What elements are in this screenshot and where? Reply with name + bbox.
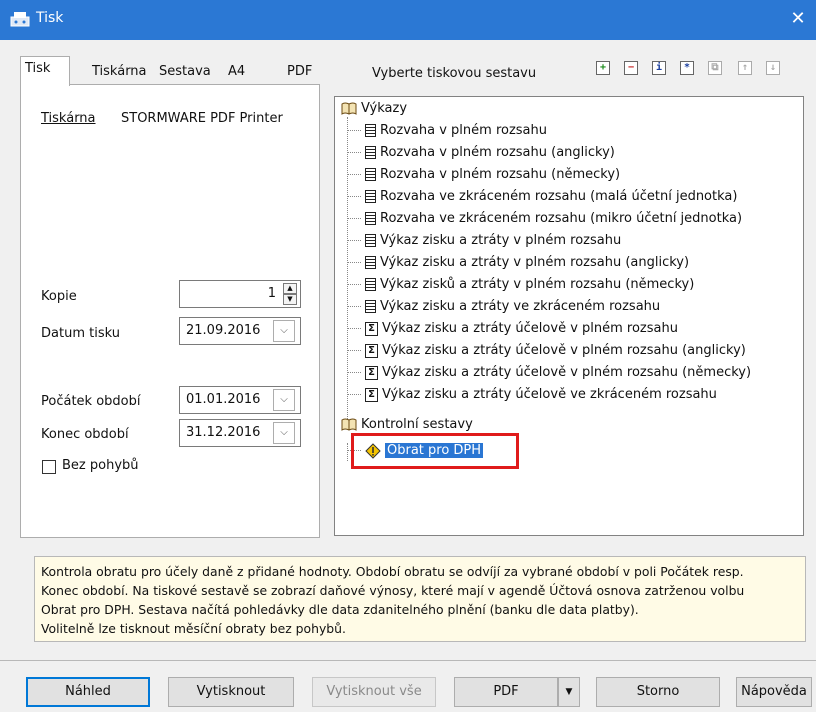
tree-group-vykazy[interactable]: Výkazy bbox=[341, 99, 407, 119]
document-icon bbox=[365, 146, 376, 159]
tree-item[interactable]: Rozvaha v plném rozsahu (německy) bbox=[347, 165, 620, 185]
printer-name: STORMWARE PDF Printer bbox=[121, 111, 283, 126]
no-movements-label: Bez pohybů bbox=[62, 458, 139, 473]
tab-tisk[interactable]: Tisk bbox=[20, 56, 70, 86]
book-icon bbox=[341, 418, 357, 431]
tisk-tab-panel: Tiskárna STORMWARE PDF Printer Kopie 1 ▲… bbox=[20, 84, 320, 538]
tree-item[interactable]: Σ Výkaz zisku a ztráty účelově v plném ro… bbox=[347, 363, 751, 383]
pdf-button[interactable]: PDF bbox=[454, 677, 558, 707]
report-select-heading: Vyberte tiskovou sestavu bbox=[372, 66, 537, 81]
copies-label: Kopie bbox=[41, 289, 77, 304]
help-button[interactable]: Nápověda bbox=[736, 677, 812, 707]
move-down-icon[interactable]: ↓ bbox=[766, 61, 780, 75]
copy-icon[interactable]: ⧉ bbox=[708, 61, 722, 75]
info-icon[interactable]: i bbox=[652, 61, 666, 75]
close-icon[interactable]: ✕ bbox=[788, 6, 808, 32]
window-title: Tisk bbox=[36, 10, 64, 26]
chevron-down-icon[interactable]: ⌵ bbox=[273, 389, 295, 411]
button-separator bbox=[0, 660, 816, 661]
document-icon bbox=[365, 190, 376, 203]
document-icon bbox=[365, 256, 376, 269]
tree-item[interactable]: Rozvaha v plném rozsahu (anglicky) bbox=[347, 143, 615, 163]
cancel-button[interactable]: Storno bbox=[596, 677, 720, 707]
no-movements-checkbox[interactable] bbox=[42, 460, 56, 474]
book-icon bbox=[341, 102, 357, 115]
expand-icon[interactable]: + bbox=[596, 61, 610, 75]
tree-item[interactable]: Σ Výkaz zisku a ztráty účelově v plném ro… bbox=[347, 341, 746, 361]
print-button[interactable]: Vytisknout bbox=[168, 677, 294, 707]
tree-item[interactable]: Rozvaha ve zkráceném rozsahu (malá účetn… bbox=[347, 187, 737, 207]
sigma-icon: Σ bbox=[365, 387, 378, 402]
tree-item[interactable]: Rozvaha ve zkráceném rozsahu (mikro účet… bbox=[347, 209, 742, 229]
move-up-icon[interactable]: ↑ bbox=[738, 61, 752, 75]
sigma-icon: Σ bbox=[365, 365, 378, 380]
tab-a4[interactable]: A4 bbox=[224, 60, 249, 84]
tree-item[interactable]: Rozvaha v plném rozsahu bbox=[347, 121, 547, 141]
favorite-icon[interactable]: * bbox=[680, 61, 694, 75]
printer-link[interactable]: Tiskárna bbox=[41, 111, 96, 126]
report-description: Kontrola obratu pro účely daně z přidané… bbox=[34, 556, 806, 642]
print-date-label: Datum tisku bbox=[41, 326, 120, 341]
collapse-icon[interactable]: − bbox=[624, 61, 638, 75]
tab-sestava[interactable]: Sestava bbox=[155, 60, 215, 84]
sigma-icon: Σ bbox=[365, 343, 378, 358]
report-tree[interactable]: Výkazy Rozvaha v plném rozsahu Rozvaha v… bbox=[334, 96, 804, 536]
tree-group-kontrolni-sestavy[interactable]: Kontrolní sestavy bbox=[341, 415, 473, 435]
chevron-down-icon[interactable]: ⌵ bbox=[273, 422, 295, 444]
tree-item[interactable]: Výkaz zisku a ztráty v plném rozsahu (an… bbox=[347, 253, 689, 273]
document-icon bbox=[365, 124, 376, 137]
document-icon bbox=[365, 234, 376, 247]
print-app-icon bbox=[10, 12, 30, 27]
spin-up-icon[interactable]: ▲ bbox=[283, 283, 297, 294]
tree-item[interactable]: Výkaz zisku a ztráty v plném rozsahu bbox=[347, 231, 621, 251]
period-end-label: Konec období bbox=[41, 427, 129, 442]
document-icon bbox=[365, 300, 376, 313]
document-icon bbox=[365, 278, 376, 291]
period-start-label: Počátek období bbox=[41, 394, 141, 409]
tree-item[interactable]: Výkaz zisků a ztráty v plném rozsahu (ně… bbox=[347, 275, 694, 295]
highlight-box bbox=[351, 433, 519, 469]
sigma-icon: Σ bbox=[365, 321, 378, 336]
tree-item[interactable]: Σ Výkaz zisku a ztráty účelově ve zkrácen… bbox=[347, 385, 717, 405]
spin-down-icon[interactable]: ▼ bbox=[283, 294, 297, 305]
document-icon bbox=[365, 168, 376, 181]
pdf-dropdown-icon[interactable]: ▼ bbox=[558, 677, 580, 707]
title-bar: Tisk ✕ bbox=[0, 0, 816, 40]
tab-tiskarna[interactable]: Tiskárna bbox=[88, 60, 151, 84]
preview-button[interactable]: Náhled bbox=[26, 677, 150, 707]
tree-item[interactable]: Σ Výkaz zisku a ztráty účelově v plném ro… bbox=[347, 319, 678, 339]
print-all-button: Vytisknout vše bbox=[312, 677, 436, 707]
document-icon bbox=[365, 212, 376, 225]
tab-pdf[interactable]: PDF bbox=[283, 60, 316, 84]
chevron-down-icon[interactable]: ⌵ bbox=[273, 320, 295, 342]
tree-item[interactable]: Výkaz zisku a ztráty ve zkráceném rozsah… bbox=[347, 297, 660, 317]
